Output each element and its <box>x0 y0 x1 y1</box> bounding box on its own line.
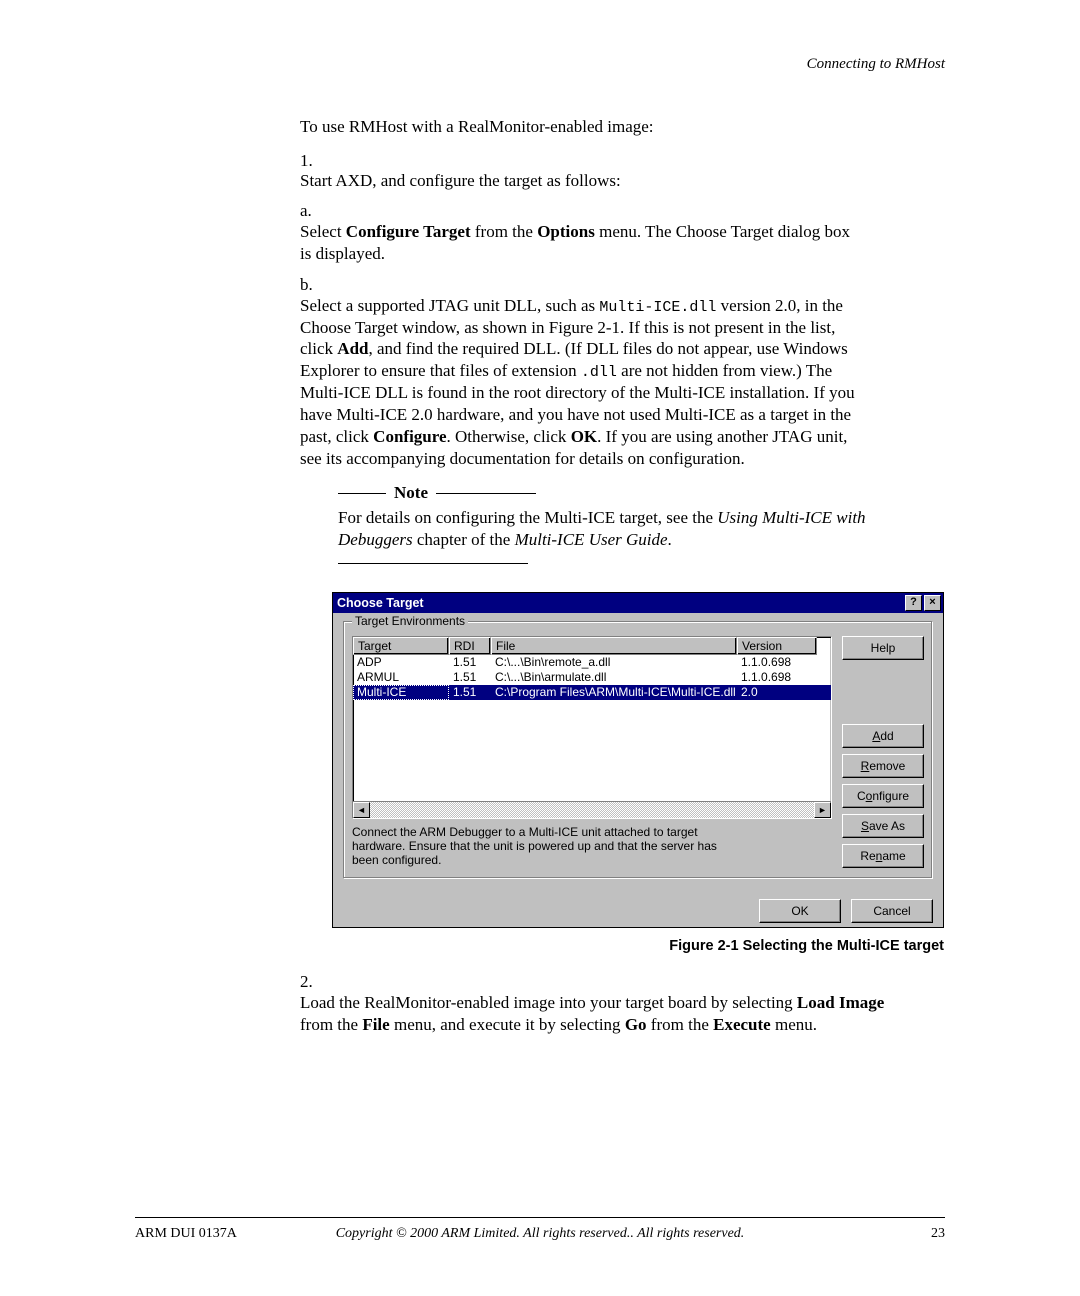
table-row-selected[interactable]: Multi-ICE 1.51 C:\Program Files\ARM\Mult… <box>353 685 831 700</box>
ok-button[interactable]: OK <box>759 899 841 923</box>
step1-lead: Start AXD, and configure the target as f… <box>300 171 621 190</box>
titlebar[interactable]: Choose Target ? × <box>333 593 943 613</box>
col-header-target[interactable]: Target <box>353 637 449 655</box>
step1b-letter: b. <box>300 275 338 295</box>
col-header-file[interactable]: File <box>491 637 737 655</box>
dialog-title: Choose Target <box>337 596 903 610</box>
note-label: Note <box>394 483 428 503</box>
scroll-right-icon[interactable]: ► <box>814 802 831 818</box>
step1-number: 1. <box>300 151 346 171</box>
rename-button[interactable]: Rename <box>842 844 924 868</box>
scroll-left-icon[interactable]: ◄ <box>353 802 370 818</box>
page-footer: ARM DUI 0137A Copyright © 2000 ARM Limit… <box>135 1217 945 1242</box>
help-button[interactable]: Help <box>842 636 924 660</box>
step1b-text: Select a supported JTAG unit DLL, such a… <box>300 295 861 470</box>
cancel-button[interactable]: Cancel <box>851 899 933 923</box>
choose-target-dialog: Choose Target ? × Target Environments Ta… <box>332 592 944 928</box>
add-button[interactable]: Add <box>842 724 924 748</box>
configure-button[interactable]: Configure <box>842 784 924 808</box>
table-row[interactable]: ARMUL 1.51 C:\...\Bin\armulate.dll 1.1.0… <box>353 670 831 685</box>
target-description: Connect the ARM Debugger to a Multi-ICE … <box>352 825 832 868</box>
note-text: For details on configuring the Multi-ICE… <box>338 507 899 551</box>
save-as-button[interactable]: Save As <box>842 814 924 838</box>
step2-number: 2. <box>300 972 346 992</box>
step2-text: Load the RealMonitor-enabled image into … <box>300 992 899 1036</box>
table-row[interactable]: ADP 1.51 C:\...\Bin\remote_a.dll 1.1.0.6… <box>353 655 831 670</box>
groupbox-label: Target Environments <box>352 614 468 628</box>
target-environments-group: Target Environments Target RDI File Vers… <box>343 621 933 879</box>
footer-center: Copyright © 2000 ARM Limited. All rights… <box>135 1226 945 1242</box>
intro-text: To use RMHost with a RealMonitor-enabled… <box>300 117 945 137</box>
remove-button[interactable]: Remove <box>842 754 924 778</box>
horizontal-scrollbar[interactable]: ◄ ► <box>353 801 831 818</box>
section-header: Connecting to RMHost <box>135 56 945 73</box>
step1a-letter: a. <box>300 201 338 221</box>
figure-caption: Figure 2-1 Selecting the Multi-ICE targe… <box>332 938 944 954</box>
close-icon[interactable]: × <box>924 595 941 611</box>
target-listview[interactable]: Target RDI File Version ADP 1.51 <box>352 636 832 819</box>
col-header-version[interactable]: Version <box>737 637 817 655</box>
note-block: Note For details on configuring the Mult… <box>338 483 899 564</box>
help-icon[interactable]: ? <box>905 595 922 611</box>
step1a-text: Select Configure Target from the Options… <box>300 221 861 265</box>
col-header-rdi[interactable]: RDI <box>449 637 491 655</box>
